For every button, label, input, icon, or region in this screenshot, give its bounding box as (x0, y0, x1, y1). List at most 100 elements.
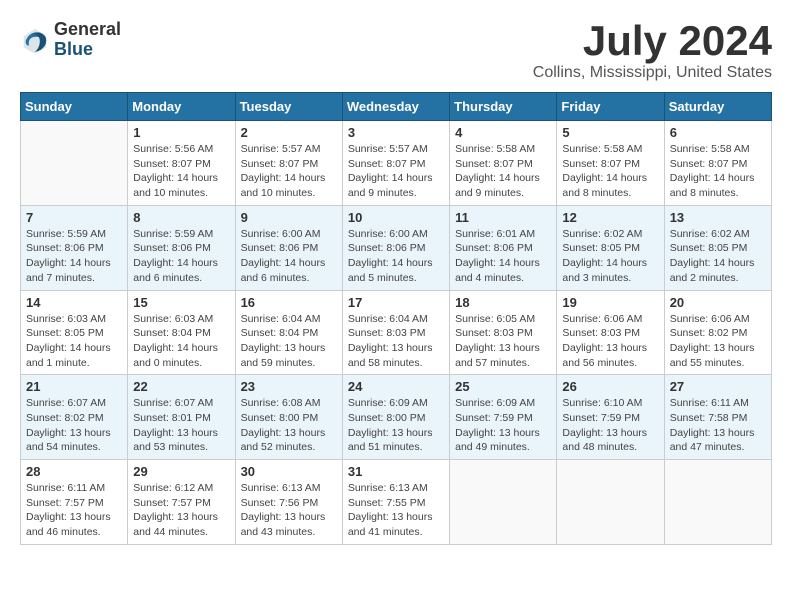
day-number: 6 (670, 125, 766, 140)
calendar-cell: 10Sunrise: 6:00 AMSunset: 8:06 PMDayligh… (342, 205, 449, 290)
day-info: Sunrise: 6:01 AMSunset: 8:06 PMDaylight:… (455, 227, 551, 286)
day-number: 9 (241, 210, 337, 225)
day-info: Sunrise: 6:00 AMSunset: 8:06 PMDaylight:… (348, 227, 444, 286)
day-info: Sunrise: 6:08 AMSunset: 8:00 PMDaylight:… (241, 396, 337, 455)
day-number: 12 (562, 210, 658, 225)
day-info: Sunrise: 6:06 AMSunset: 8:03 PMDaylight:… (562, 312, 658, 371)
calendar-week-row: 1Sunrise: 5:56 AMSunset: 8:07 PMDaylight… (21, 121, 772, 206)
header-day: Friday (557, 93, 664, 121)
day-number: 4 (455, 125, 551, 140)
day-number: 1 (133, 125, 229, 140)
day-info: Sunrise: 6:11 AMSunset: 7:58 PMDaylight:… (670, 396, 766, 455)
title-area: July 2024 Collins, Mississippi, United S… (533, 20, 772, 82)
day-number: 13 (670, 210, 766, 225)
day-info: Sunrise: 5:58 AMSunset: 8:07 PMDaylight:… (562, 142, 658, 201)
calendar-cell: 26 Sunrise: 6:10 AMSunset: 7:59 PMDayligh… (557, 375, 664, 460)
calendar-cell: 27 Sunrise: 6:11 AMSunset: 7:58 PMDayligh… (664, 375, 771, 460)
logo-text: General Blue (54, 20, 121, 60)
calendar-cell: 22Sunrise: 6:07 AMSunset: 8:01 PMDayligh… (128, 375, 235, 460)
day-info: Sunrise: 6:11 AMSunset: 7:57 PMDaylight:… (26, 481, 122, 540)
logo: General Blue (20, 20, 121, 60)
calendar-cell: 15Sunrise: 6:03 AMSunset: 8:04 PMDayligh… (128, 290, 235, 375)
calendar-cell: 18 Sunrise: 6:05 AMSunset: 8:03 PMDayligh… (450, 290, 557, 375)
calendar-cell: 19 Sunrise: 6:06 AMSunset: 8:03 PMDayligh… (557, 290, 664, 375)
day-info: Sunrise: 6:04 AMSunset: 8:03 PMDaylight:… (348, 312, 444, 371)
calendar-cell: 31 Sunrise: 6:13 AMSunset: 7:55 PMDayligh… (342, 460, 449, 545)
calendar-cell: 24Sunrise: 6:09 AMSunset: 8:00 PMDayligh… (342, 375, 449, 460)
calendar-cell: 29Sunrise: 6:12 AMSunset: 7:57 PMDayligh… (128, 460, 235, 545)
page-header: General Blue July 2024 Collins, Mississi… (20, 20, 772, 82)
calendar-cell: 14 Sunrise: 6:03 AMSunset: 8:05 PMDayligh… (21, 290, 128, 375)
calendar-cell: 30 Sunrise: 6:13 AMSunset: 7:56 PMDayligh… (235, 460, 342, 545)
day-info: Sunrise: 6:03 AMSunset: 8:05 PMDaylight:… (26, 312, 122, 371)
day-number: 20 (670, 295, 766, 310)
day-info: Sunrise: 6:10 AMSunset: 7:59 PMDaylight:… (562, 396, 658, 455)
calendar-cell: 6Sunrise: 5:58 AMSunset: 8:07 PMDaylight… (664, 121, 771, 206)
month-title: July 2024 (533, 20, 772, 62)
day-info: Sunrise: 6:13 AMSunset: 7:56 PMDaylight:… (241, 481, 337, 540)
calendar-week-row: 28 Sunrise: 6:11 AMSunset: 7:57 PMDayligh… (21, 460, 772, 545)
calendar-cell (450, 460, 557, 545)
day-info: Sunrise: 6:00 AMSunset: 8:06 PMDaylight:… (241, 227, 337, 286)
day-info: Sunrise: 6:04 AMSunset: 8:04 PMDaylight:… (241, 312, 337, 371)
day-number: 18 (455, 295, 551, 310)
day-number: 28 (26, 464, 122, 479)
day-number: 11 (455, 210, 551, 225)
header-day: Monday (128, 93, 235, 121)
calendar-table: SundayMondayTuesdayWednesdayThursdayFrid… (20, 92, 772, 545)
header-day: Wednesday (342, 93, 449, 121)
calendar-cell: 2Sunrise: 5:57 AMSunset: 8:07 PMDaylight… (235, 121, 342, 206)
calendar-cell: 3Sunrise: 5:57 AMSunset: 8:07 PMDaylight… (342, 121, 449, 206)
calendar-cell (664, 460, 771, 545)
header-day: Thursday (450, 93, 557, 121)
calendar-body: 1Sunrise: 5:56 AMSunset: 8:07 PMDaylight… (21, 121, 772, 545)
header-row: SundayMondayTuesdayWednesdayThursdayFrid… (21, 93, 772, 121)
calendar-cell: 21 Sunrise: 6:07 AMSunset: 8:02 PMDayligh… (21, 375, 128, 460)
day-number: 21 (26, 379, 122, 394)
header-day: Sunday (21, 93, 128, 121)
calendar-cell: 9 Sunrise: 6:00 AMSunset: 8:06 PMDaylight… (235, 205, 342, 290)
day-info: Sunrise: 5:59 AMSunset: 8:06 PMDaylight:… (133, 227, 229, 286)
calendar-cell: 28 Sunrise: 6:11 AMSunset: 7:57 PMDayligh… (21, 460, 128, 545)
day-number: 31 (348, 464, 444, 479)
calendar-cell: 11 Sunrise: 6:01 AMSunset: 8:06 PMDayligh… (450, 205, 557, 290)
day-info: Sunrise: 6:09 AMSunset: 7:59 PMDaylight:… (455, 396, 551, 455)
day-number: 30 (241, 464, 337, 479)
day-number: 25 (455, 379, 551, 394)
day-info: Sunrise: 6:02 AMSunset: 8:05 PMDaylight:… (562, 227, 658, 286)
day-number: 3 (348, 125, 444, 140)
day-number: 26 (562, 379, 658, 394)
calendar-cell (557, 460, 664, 545)
day-number: 27 (670, 379, 766, 394)
day-number: 24 (348, 379, 444, 394)
calendar-cell: 17 Sunrise: 6:04 AMSunset: 8:03 PMDayligh… (342, 290, 449, 375)
logo-blue: Blue (54, 40, 121, 60)
day-number: 22 (133, 379, 229, 394)
day-info: Sunrise: 5:59 AMSunset: 8:06 PMDaylight:… (26, 227, 122, 286)
day-number: 8 (133, 210, 229, 225)
calendar-cell: 7 Sunrise: 5:59 AMSunset: 8:06 PMDaylight… (21, 205, 128, 290)
day-number: 15 (133, 295, 229, 310)
day-number: 5 (562, 125, 658, 140)
calendar-header: SundayMondayTuesdayWednesdayThursdayFrid… (21, 93, 772, 121)
calendar-cell: 20Sunrise: 6:06 AMSunset: 8:02 PMDayligh… (664, 290, 771, 375)
day-info: Sunrise: 6:13 AMSunset: 7:55 PMDaylight:… (348, 481, 444, 540)
calendar-cell: 25 Sunrise: 6:09 AMSunset: 7:59 PMDayligh… (450, 375, 557, 460)
calendar-week-row: 14 Sunrise: 6:03 AMSunset: 8:05 PMDayligh… (21, 290, 772, 375)
logo-icon (20, 25, 50, 55)
day-info: Sunrise: 6:05 AMSunset: 8:03 PMDaylight:… (455, 312, 551, 371)
day-number: 7 (26, 210, 122, 225)
calendar-week-row: 7 Sunrise: 5:59 AMSunset: 8:06 PMDaylight… (21, 205, 772, 290)
header-day: Tuesday (235, 93, 342, 121)
day-number: 19 (562, 295, 658, 310)
calendar-cell: 1Sunrise: 5:56 AMSunset: 8:07 PMDaylight… (128, 121, 235, 206)
day-number: 14 (26, 295, 122, 310)
day-info: Sunrise: 6:02 AMSunset: 8:05 PMDaylight:… (670, 227, 766, 286)
calendar-week-row: 21 Sunrise: 6:07 AMSunset: 8:02 PMDayligh… (21, 375, 772, 460)
logo-general: General (54, 20, 121, 40)
day-info: Sunrise: 5:57 AMSunset: 8:07 PMDaylight:… (241, 142, 337, 201)
day-number: 16 (241, 295, 337, 310)
calendar-cell: 23Sunrise: 6:08 AMSunset: 8:00 PMDayligh… (235, 375, 342, 460)
day-number: 17 (348, 295, 444, 310)
day-info: Sunrise: 6:07 AMSunset: 8:02 PMDaylight:… (26, 396, 122, 455)
